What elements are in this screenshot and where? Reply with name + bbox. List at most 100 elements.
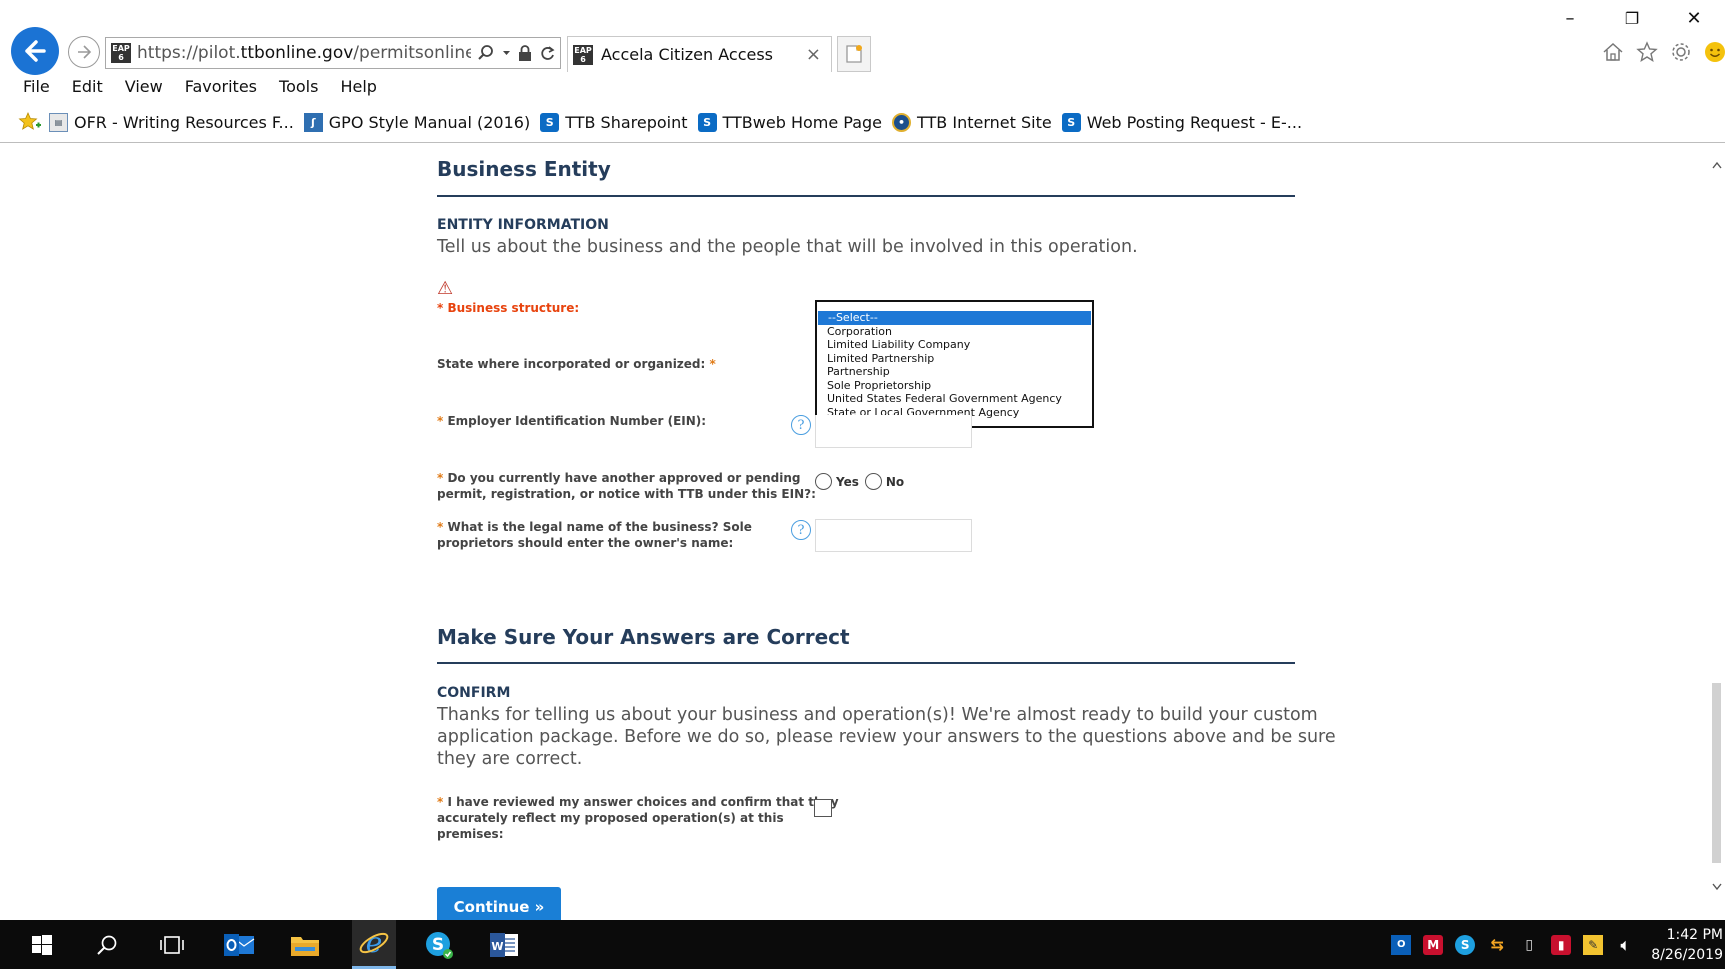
option-select[interactable]: --Select-- (818, 311, 1091, 325)
window-controls: – ❐ ✕ (1539, 0, 1725, 36)
sharepoint-icon: S (697, 112, 717, 132)
option-us-federal-government-agency[interactable]: United States Federal Government Agency (817, 392, 1092, 406)
option-limited-liability-company[interactable]: Limited Liability Company (817, 338, 1092, 352)
option-partnership[interactable]: Partnership (817, 365, 1092, 379)
new-tab-icon (846, 45, 862, 63)
scroll-up-icon[interactable] (1712, 161, 1722, 169)
tab-accela-citizen-access[interactable]: EAP 6 Accela Citizen Access × (567, 36, 832, 72)
search-icon (97, 935, 117, 955)
menu-help[interactable]: Help (340, 77, 376, 101)
minimize-button[interactable]: – (1539, 0, 1601, 36)
ein-help-icon[interactable]: ? (791, 415, 811, 435)
smiley-feedback-icon[interactable] (1703, 40, 1725, 64)
favorite-gpo-style-manual[interactable]: ʃ GPO Style Manual (2016) (303, 112, 530, 132)
favorite-ttb-sharepoint[interactable]: S TTB Sharepoint (540, 112, 688, 132)
favorite-ofr-writing-resources[interactable]: ▤ OFR - Writing Resources F... (49, 112, 294, 132)
confirm-intro-line1: Thanks for telling us about your busines… (437, 705, 1318, 725)
confirm-label-line1: I have reviewed my answer choices and co… (447, 795, 839, 809)
menu-edit[interactable]: Edit (72, 77, 103, 101)
close-window-button[interactable]: ✕ (1663, 0, 1725, 36)
favorite-web-posting-request[interactable]: S Web Posting Request - E-... (1061, 112, 1303, 132)
radio-yes[interactable] (815, 473, 832, 490)
outlook-tray-icon[interactable]: O (1391, 934, 1412, 955)
search-button[interactable] (90, 928, 124, 962)
home-icon[interactable] (1601, 40, 1625, 64)
task-view-button[interactable] (155, 928, 189, 962)
required-mark: * (709, 357, 716, 371)
forward-button[interactable] (68, 36, 100, 68)
refresh-icon[interactable] (539, 44, 556, 62)
tab-title: Accela Citizen Access (601, 45, 774, 64)
notes-icon[interactable]: ✎ (1583, 934, 1604, 955)
menu-file[interactable]: File (23, 77, 50, 101)
back-button[interactable] (11, 27, 59, 75)
volume-icon[interactable]: 🔈︎ (1615, 935, 1635, 955)
add-to-favorites-bar-button[interactable] (17, 111, 41, 133)
search-icon[interactable] (477, 44, 495, 62)
dropdown-arrow-icon[interactable] (502, 44, 511, 62)
mcafee-icon[interactable]: M (1423, 934, 1444, 955)
security-tray-icon[interactable]: ▮ (1551, 934, 1572, 955)
radio-no-label: No (885, 474, 905, 489)
url-text[interactable]: https://pilot.ttbonline.gov/permitsonlin… (137, 43, 471, 63)
favorites-star-icon[interactable] (1635, 40, 1659, 64)
radio-yes-label: Yes (836, 474, 859, 489)
legal-name-input[interactable] (815, 519, 972, 552)
svg-text:W: W (491, 940, 503, 953)
confirm-checkbox[interactable] (814, 799, 832, 817)
address-bar-icons (477, 44, 556, 62)
menu-tools[interactable]: Tools (279, 77, 318, 101)
section-divider (437, 662, 1295, 664)
skype-tray-icon[interactable]: S (1455, 934, 1476, 955)
tab-close-icon[interactable]: × (806, 44, 821, 65)
outlook-taskbar-button[interactable] (222, 928, 256, 962)
internet-explorer-icon: e (359, 927, 389, 959)
address-bar[interactable]: EAP 6 https://pilot.ttbonline.gov/permit… (105, 37, 561, 69)
skype-button[interactable]: S (422, 928, 456, 962)
continue-button[interactable]: Continue » (437, 887, 561, 920)
business-structure-label-text: Business structure: (447, 301, 580, 315)
pending-permit-label-line1: Do you currently have another approved o… (447, 471, 801, 485)
new-tab-button[interactable] (837, 36, 871, 72)
option-corporation[interactable]: Corporation (817, 325, 1092, 339)
scroll-down-icon[interactable] (1712, 883, 1722, 891)
favorite-ttb-internet-site[interactable]: • TTB Internet Site (892, 112, 1052, 132)
favorite-ttbweb-home-page[interactable]: S TTBweb Home Page (697, 112, 883, 132)
favorite-label: OFR - Writing Resources F... (74, 112, 294, 132)
menu-view[interactable]: View (125, 77, 163, 101)
internet-explorer-button[interactable]: e (352, 920, 396, 969)
ein-input[interactable] (815, 415, 972, 448)
business-structure-listbox[interactable]: --Select-- Corporation Limited Liability… (815, 300, 1094, 428)
menu-favorites[interactable]: Favorites (185, 77, 257, 101)
favorites-bar: ▤ OFR - Writing Resources F... ʃ GPO Sty… (17, 110, 1312, 134)
legal-name-label: * What is the legal name of the business… (437, 519, 752, 551)
url-path: /permitsonline/Cap (353, 43, 471, 63)
state-incorporated-label-text: State where incorporated or organized: (437, 357, 706, 371)
business-entity-heading: Business Entity (437, 157, 611, 181)
scrollbar-thumb[interactable] (1712, 683, 1721, 863)
start-button[interactable] (25, 928, 59, 962)
restore-button[interactable]: ❐ (1601, 0, 1663, 36)
section-divider (437, 195, 1295, 197)
page-scrollbar[interactable] (1708, 143, 1725, 920)
confirm-label-line2: accurately reflect my proposed operation… (437, 811, 784, 825)
file-explorer-button[interactable] (288, 928, 322, 962)
confirm-intro-line3: they are correct. (437, 749, 583, 769)
word-button[interactable]: W (487, 928, 521, 962)
settings-gear-icon[interactable] (1669, 40, 1693, 64)
system-clock[interactable]: 1:42 PM 8/26/2019 (1651, 925, 1723, 965)
ein-label-text: Employer Identification Number (EIN): (447, 414, 707, 428)
sync-icon[interactable]: ⇆ (1487, 935, 1507, 955)
favorite-label: TTB Sharepoint (565, 112, 688, 132)
page-content: Business Entity ENTITY INFORMATION Tell … (0, 143, 1725, 920)
lock-icon[interactable] (518, 44, 532, 62)
radio-no[interactable] (864, 473, 882, 490)
confirm-heading: Make Sure Your Answers are Correct (437, 625, 850, 649)
option-sole-proprietorship[interactable]: Sole Proprietorship (817, 379, 1092, 393)
usb-icon[interactable]: ▯ (1519, 935, 1539, 955)
favorite-label: TTBweb Home Page (722, 112, 883, 132)
favorite-label: Web Posting Request - E-... (1086, 112, 1303, 132)
legal-name-help-icon[interactable]: ? (791, 520, 811, 540)
option-limited-partnership[interactable]: Limited Partnership (817, 352, 1092, 366)
pending-permit-radio-group: Yes No (815, 473, 910, 490)
